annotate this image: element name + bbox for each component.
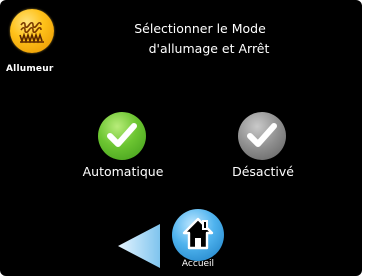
- check-icon: [247, 123, 277, 147]
- home-button[interactable]: [172, 209, 224, 261]
- home-label[interactable]: Accueil: [168, 259, 228, 269]
- disabled-mode-label[interactable]: Désactivé: [200, 164, 326, 179]
- automatic-mode-label[interactable]: Automatique: [58, 164, 188, 179]
- back-arrow-icon: [118, 224, 160, 268]
- title-line-2: d'allumage et Arrêt: [148, 41, 270, 56]
- logo-label: Allumeur: [6, 64, 54, 74]
- home-icon: [182, 217, 214, 250]
- page-title: Sélectionner le Mode d'allumage et Arrêt: [70, 19, 330, 59]
- heating-coil-icon: [19, 21, 44, 44]
- screen: Allumeur Sélectionner le Mode d'allumage…: [0, 0, 362, 276]
- title-line-1: Sélectionner le Mode: [134, 21, 266, 36]
- automatic-mode-button[interactable]: [98, 112, 146, 160]
- back-button[interactable]: [116, 220, 164, 272]
- disabled-mode-button[interactable]: [238, 112, 286, 160]
- allumeur-logo: [10, 9, 54, 53]
- check-icon: [107, 123, 137, 147]
